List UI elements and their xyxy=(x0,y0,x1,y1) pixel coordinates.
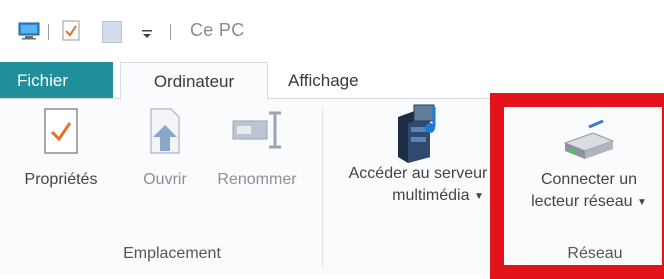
open-label: Ouvrir xyxy=(143,171,187,188)
rename-label: Renommer xyxy=(217,171,297,188)
toolbar-separator xyxy=(48,24,49,40)
dropdown-icon[interactable] xyxy=(140,27,154,39)
document-icon[interactable] xyxy=(102,21,122,43)
media-server-label-line2: multimédia xyxy=(392,187,470,204)
highlight-box xyxy=(490,93,664,279)
group-label-location: Emplacement xyxy=(123,245,221,262)
window-title: Ce PC xyxy=(190,20,245,40)
media-server-button[interactable]: Accéder au serveur multimédia ▼ xyxy=(334,101,502,208)
properties-label: Propriétés xyxy=(24,171,98,188)
rename-button[interactable]: Renommer xyxy=(206,107,308,191)
group-separator xyxy=(322,107,323,267)
tab-file[interactable]: Fichier xyxy=(0,62,113,99)
properties-icon xyxy=(39,107,83,155)
media-server-icon xyxy=(390,101,446,163)
computer-icon[interactable] xyxy=(18,22,40,40)
tab-computer[interactable]: Ordinateur xyxy=(120,62,268,100)
properties-button[interactable]: Propriétés xyxy=(16,107,106,191)
title-bar: Ce PC xyxy=(0,0,664,62)
tab-view[interactable]: Affichage xyxy=(288,62,359,99)
open-button[interactable]: Ouvrir xyxy=(132,107,198,191)
toolbar-separator xyxy=(170,24,171,40)
properties-icon[interactable] xyxy=(62,20,80,41)
open-icon xyxy=(143,107,187,155)
chevron-down-icon: ▼ xyxy=(473,191,484,202)
rename-icon xyxy=(229,107,285,155)
media-server-label-line1: Accéder au serveur xyxy=(348,165,488,182)
